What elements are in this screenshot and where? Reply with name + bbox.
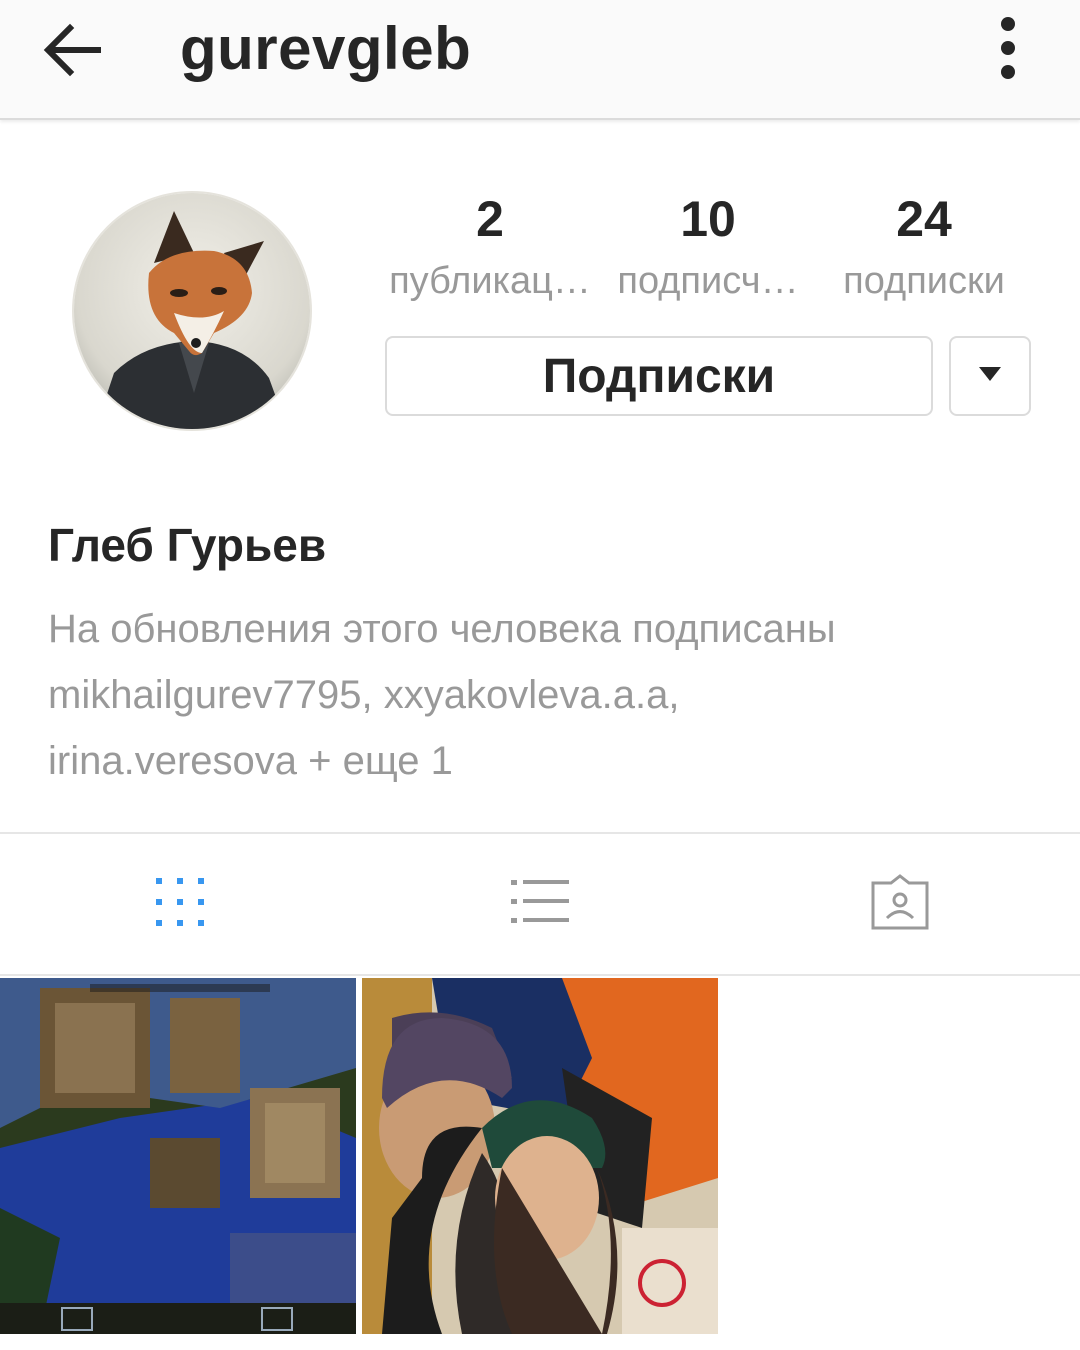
stat-following-count: 24 <box>896 191 952 247</box>
tab-list[interactable] <box>360 834 720 974</box>
tab-tagged[interactable] <box>720 834 1080 974</box>
followed-by-line: mikhailgurev7795, xxyakovleva.a.a, <box>48 673 680 717</box>
followed-by-text[interactable]: На обновления этого человека подписаны m… <box>48 596 1038 794</box>
top-bar: gurevgleb <box>0 0 1080 120</box>
followed-by-line: На обновления этого человека подписаны <box>48 607 836 651</box>
stat-followers-count: 10 <box>680 191 736 247</box>
stat-posts-label: публикац… <box>389 260 591 302</box>
tab-grid[interactable] <box>0 834 360 974</box>
arrow-left-icon[interactable] <box>40 20 104 80</box>
profile-username: gurevgleb <box>180 15 472 82</box>
profile-full-name: Глеб Гурьев <box>48 519 327 571</box>
stat-posts-count: 2 <box>476 191 504 247</box>
grid-view-icon <box>154 876 206 933</box>
stat-followers[interactable]: 10 подписч… <box>598 188 818 304</box>
profile-avatar[interactable] <box>72 191 312 431</box>
tagged-photos-icon <box>869 873 931 936</box>
stat-followers-label: подписч… <box>617 260 799 302</box>
post-thumbnail[interactable] <box>0 978 356 1334</box>
list-view-icon <box>509 878 571 931</box>
stat-following-label: подписки <box>843 260 1005 302</box>
suggestions-dropdown-button[interactable] <box>949 336 1031 416</box>
profile-view-tabs <box>0 832 1080 976</box>
kebab-menu-icon[interactable] <box>990 14 1026 86</box>
caret-down-icon <box>978 366 1002 387</box>
stat-following[interactable]: 24 подписки <box>814 188 1034 304</box>
post-thumbnail[interactable] <box>362 978 718 1334</box>
followed-by-line: irina.veresova + еще 1 <box>48 739 453 783</box>
stat-posts: 2 публикац… <box>380 188 600 304</box>
following-button[interactable]: Подписки <box>385 336 933 416</box>
